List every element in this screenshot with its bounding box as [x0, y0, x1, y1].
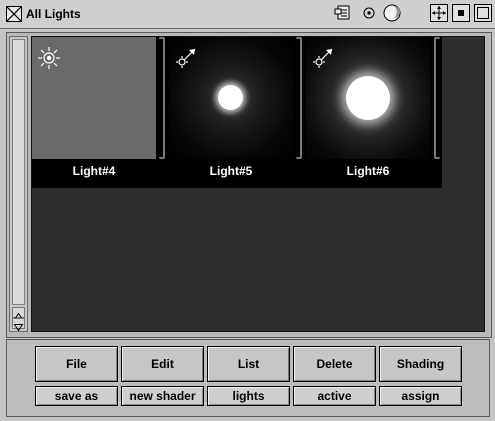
scroll-up-arrow-icon[interactable]: [12, 307, 25, 320]
all-lights-window: All Lights Light#4 Light#5 Light#6 File …: [0, 0, 495, 421]
selection-bracket: [296, 37, 302, 159]
light-label: Light#6: [346, 164, 390, 178]
selection-bracket: [434, 37, 440, 159]
button-panel: File Edit List Delete Shading save as ne…: [6, 339, 490, 417]
maximize-icon[interactable]: [474, 4, 492, 22]
new-shader-button[interactable]: new shader: [121, 386, 204, 406]
light-label: Light#5: [209, 164, 253, 178]
file-button[interactable]: File: [35, 346, 118, 382]
moon-icon[interactable]: [382, 2, 402, 24]
light-disk: [218, 85, 243, 110]
title-bar[interactable]: All Lights: [0, 0, 495, 29]
minimize-icon[interactable]: [452, 4, 470, 22]
point-light-icon: [311, 46, 335, 70]
light-thumbnail[interactable]: Light#4: [32, 37, 169, 188]
edit-button[interactable]: Edit: [121, 346, 204, 382]
light-thumbnail[interactable]: Light#6: [296, 37, 443, 188]
light-thumbnail[interactable]: Light#5: [159, 37, 306, 188]
selection-bracket: [159, 37, 165, 159]
save-as-button[interactable]: save as: [35, 386, 118, 406]
list-button[interactable]: List: [207, 346, 290, 382]
sun-light-icon: [37, 46, 61, 70]
assign-button[interactable]: assign: [379, 386, 462, 406]
delete-button[interactable]: Delete: [293, 346, 376, 382]
target-icon[interactable]: [360, 4, 378, 22]
shading-button[interactable]: Shading: [379, 346, 462, 382]
scrollbar-thumb[interactable]: [12, 39, 25, 305]
lights-view[interactable]: Light#4 Light#5 Light#6: [31, 36, 485, 332]
vertical-scrollbar[interactable]: [9, 36, 28, 332]
lights-button[interactable]: lights: [207, 386, 290, 406]
close-icon[interactable]: [6, 6, 22, 22]
point-light-icon: [174, 46, 198, 70]
window-title: All Lights: [26, 7, 81, 21]
light-label: Light#4: [72, 164, 116, 178]
thumbnail-strip: Light#4 Light#5 Light#6: [32, 37, 442, 188]
active-button[interactable]: active: [293, 386, 376, 406]
document-icon[interactable]: [334, 4, 352, 22]
resize-icon[interactable]: [430, 4, 448, 22]
scroll-down-arrow-icon[interactable]: [12, 318, 25, 332]
light-disk: [346, 76, 390, 120]
